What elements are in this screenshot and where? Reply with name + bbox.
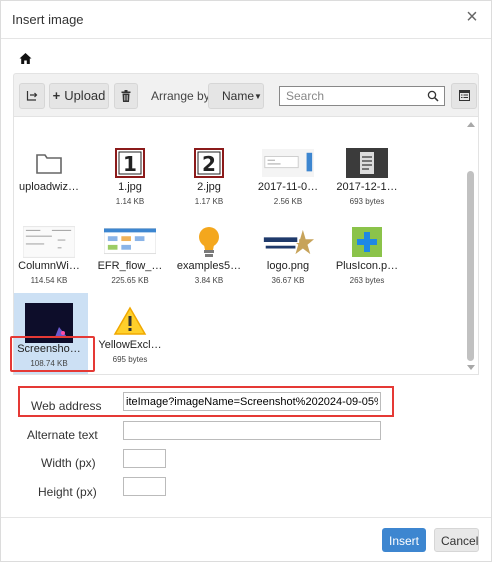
file-name: Screensho… — [17, 343, 81, 355]
file-item[interactable]: YellowExcl… 695 bytes — [91, 275, 169, 364]
svg-text:1: 1 — [123, 152, 137, 176]
height-label: Height (px) — [38, 485, 97, 499]
file-item[interactable]: 2 2.jpg 1.17 KB — [170, 117, 248, 206]
file-name: PlusIcon.p… — [335, 260, 399, 272]
file-item[interactable]: 1 1.jpg 1.14 KB — [91, 117, 169, 206]
file-name: 2017-12-1… — [336, 181, 398, 193]
lightbulb-thumbnail — [183, 224, 235, 260]
logo-thumbnail — [262, 224, 314, 260]
dialog-footer: Insert Cancel — [1, 517, 491, 563]
file-size: 3.84 KB — [194, 276, 224, 285]
scroll-down-icon[interactable] — [467, 365, 475, 370]
alternate-text-input[interactable] — [123, 421, 381, 440]
insert-button[interactable]: Insert — [382, 528, 426, 552]
document-thumbnail — [341, 145, 393, 181]
file-size: 263 bytes — [349, 276, 385, 285]
close-button[interactable]: × — [462, 7, 482, 27]
web-address-input[interactable] — [123, 392, 381, 411]
width-input[interactable] — [123, 449, 166, 468]
file-item[interactable]: PlusIcon.p… 263 bytes — [328, 196, 406, 285]
list-view-button[interactable] — [451, 83, 477, 109]
file-item[interactable]: uploadwiz… — [14, 117, 88, 197]
file-name: logo.png — [266, 260, 310, 272]
folder-icon — [23, 145, 75, 181]
file-item[interactable]: examples5… 3.84 KB — [170, 196, 248, 285]
flow-thumbnail — [104, 224, 156, 260]
file-size: 114.54 KB — [30, 276, 68, 285]
insert-image-dialog: Insert image × + Upload Arrange by: Name▼ — [0, 0, 492, 562]
warning-thumbnail — [104, 303, 156, 339]
delete-button[interactable] — [114, 83, 138, 109]
cancel-button[interactable]: Cancel — [434, 528, 479, 552]
dialog-header: Insert image × — [1, 1, 491, 39]
file-item-selected[interactable]: Screensho… 108.74 KB — [14, 293, 88, 374]
list-view-icon — [458, 90, 470, 101]
file-name: EFR_flow_… — [97, 260, 163, 272]
width-label: Width (px) — [41, 456, 96, 470]
dark-screenshot-thumbnail — [23, 303, 75, 343]
trash-icon — [121, 90, 131, 102]
file-browser: uploadwiz… 1 1.jpg 1.14 KB 2 2.jpg 1.17 … — [13, 117, 479, 375]
number-two-thumbnail: 2 — [183, 145, 235, 181]
web-address-label: Web address — [31, 399, 102, 413]
file-size: 695 bytes — [112, 355, 148, 364]
file-name: 1.jpg — [118, 181, 142, 193]
home-icon[interactable] — [19, 52, 32, 65]
arrange-by-label: Arrange by: — [151, 89, 214, 103]
scroll-up-icon[interactable] — [467, 122, 475, 127]
file-browser-scrollbar[interactable] — [464, 117, 478, 374]
file-name: 2017-11-0… — [257, 181, 319, 193]
upload-button[interactable]: + Upload — [49, 83, 109, 109]
number-one-thumbnail: 1 — [104, 145, 156, 181]
move-folder-icon — [26, 91, 38, 101]
plus-thumbnail — [341, 224, 393, 260]
plus-icon: + — [52, 88, 61, 103]
search-box — [279, 86, 445, 106]
upload-label: Upload — [64, 88, 106, 103]
search-input[interactable] — [280, 87, 420, 105]
svg-text:2: 2 — [202, 152, 216, 176]
scroll-thumb[interactable] — [467, 171, 474, 361]
file-item[interactable]: 2017-11-0… 2.56 KB — [249, 117, 327, 206]
file-name: ColumnWi… — [18, 260, 80, 272]
search-icon[interactable] — [427, 90, 439, 102]
file-item[interactable]: 2017-12-1… 693 bytes — [328, 117, 406, 206]
caret-down-icon: ▼ — [254, 92, 262, 101]
file-name: YellowExcl… — [98, 339, 162, 351]
dialog-title: Insert image — [12, 12, 84, 27]
height-input[interactable] — [123, 477, 166, 496]
alternate-text-label: Alternate text — [27, 428, 98, 442]
screenshot-thumbnail — [262, 145, 314, 181]
file-name: 2.jpg — [197, 181, 221, 193]
move-button[interactable] — [19, 83, 45, 109]
file-name: examples5… — [176, 260, 242, 272]
file-size: 36.67 KB — [271, 276, 305, 285]
file-size: 108.74 KB — [30, 359, 68, 368]
table-thumbnail — [23, 224, 75, 260]
toolbar: + Upload Arrange by: Name▼ — [13, 73, 479, 117]
file-item[interactable]: ColumnWi… 114.54 KB — [14, 196, 88, 285]
sort-value: Name — [222, 89, 255, 103]
file-name: uploadwiz… — [19, 181, 79, 193]
file-item[interactable]: logo.png 36.67 KB — [249, 196, 327, 285]
file-item[interactable]: EFR_flow_… 225.65 KB — [91, 196, 169, 285]
arrange-by-select[interactable]: Name▼ — [208, 83, 264, 109]
